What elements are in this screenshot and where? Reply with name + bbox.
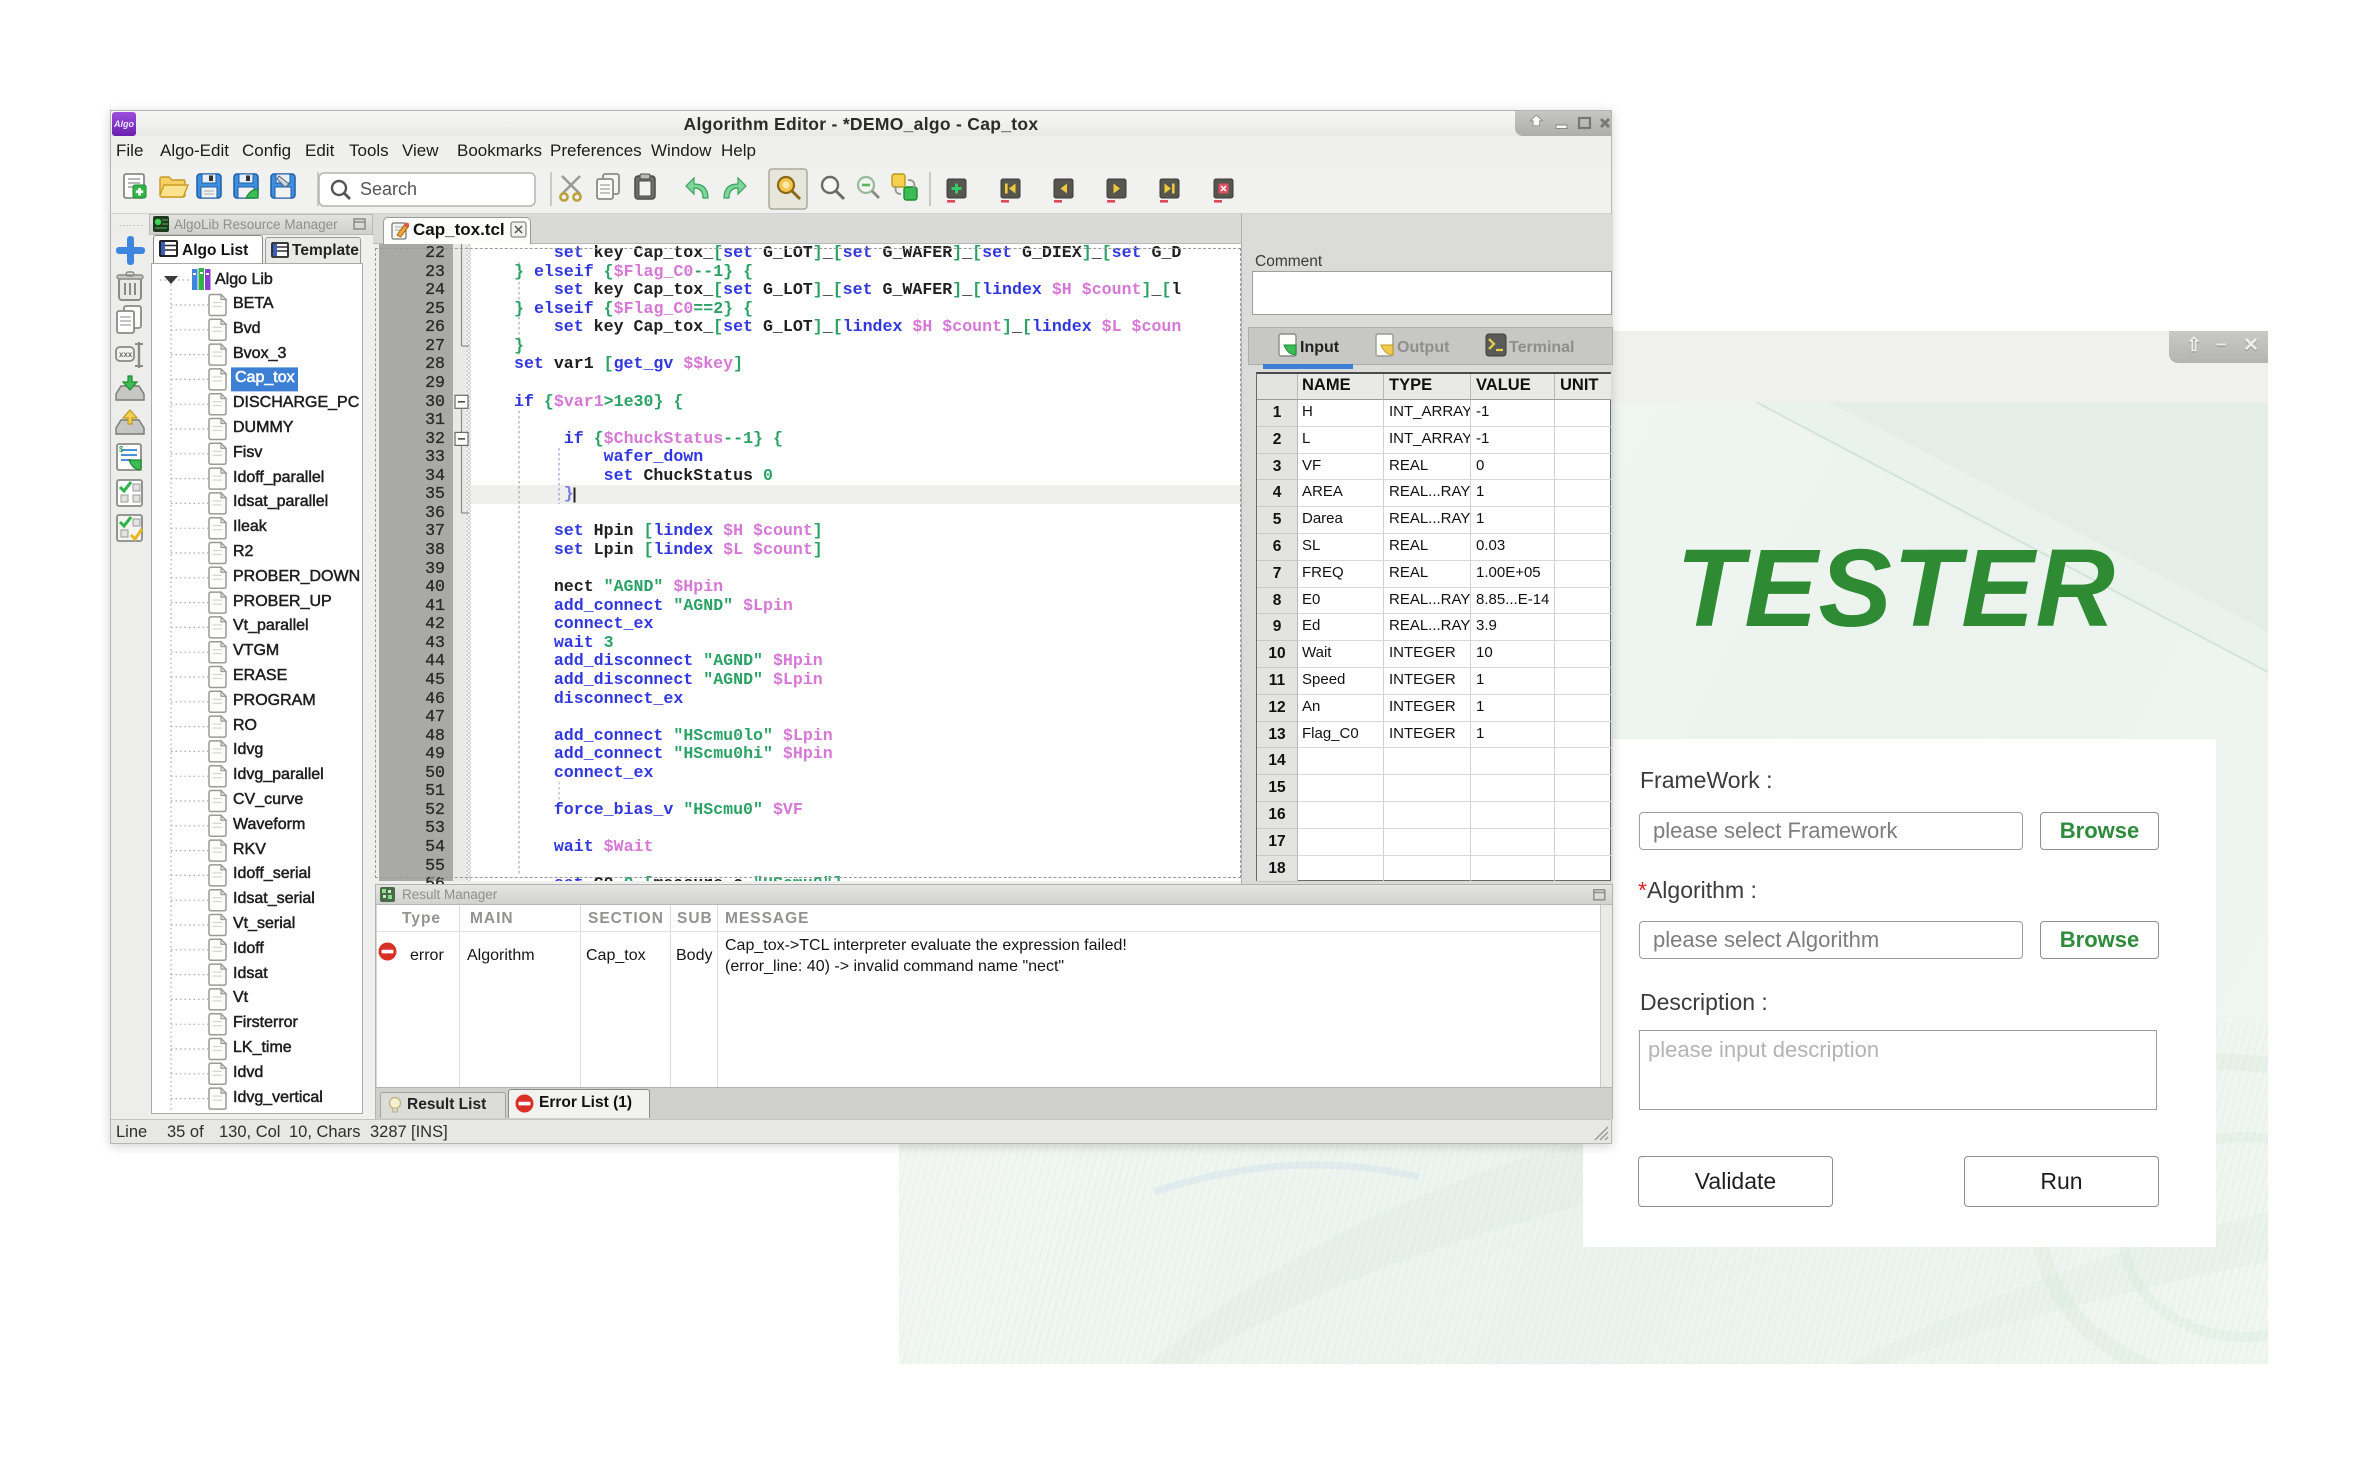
svg-text:Cap_tox.tcl: Cap_tox.tcl (413, 220, 505, 239)
svg-text:AlgoLib Resource Manager: AlgoLib Resource Manager (174, 217, 338, 232)
svg-text:Template: Template (292, 242, 359, 259)
svg-text:Input: Input (1300, 339, 1340, 356)
svg-text:Terminal: Terminal (1509, 339, 1575, 356)
svg-text:Output: Output (1397, 339, 1450, 356)
svg-text:Algo List: Algo List (182, 242, 248, 259)
svg-text:$: $ (119, 445, 124, 454)
svg-text:.......: ....... (119, 218, 144, 228)
svg-text:TESTER: TESTER (1684, 539, 2115, 639)
svg-text:Search: Search (360, 179, 417, 199)
svg-text:xxx: xxx (119, 350, 133, 359)
